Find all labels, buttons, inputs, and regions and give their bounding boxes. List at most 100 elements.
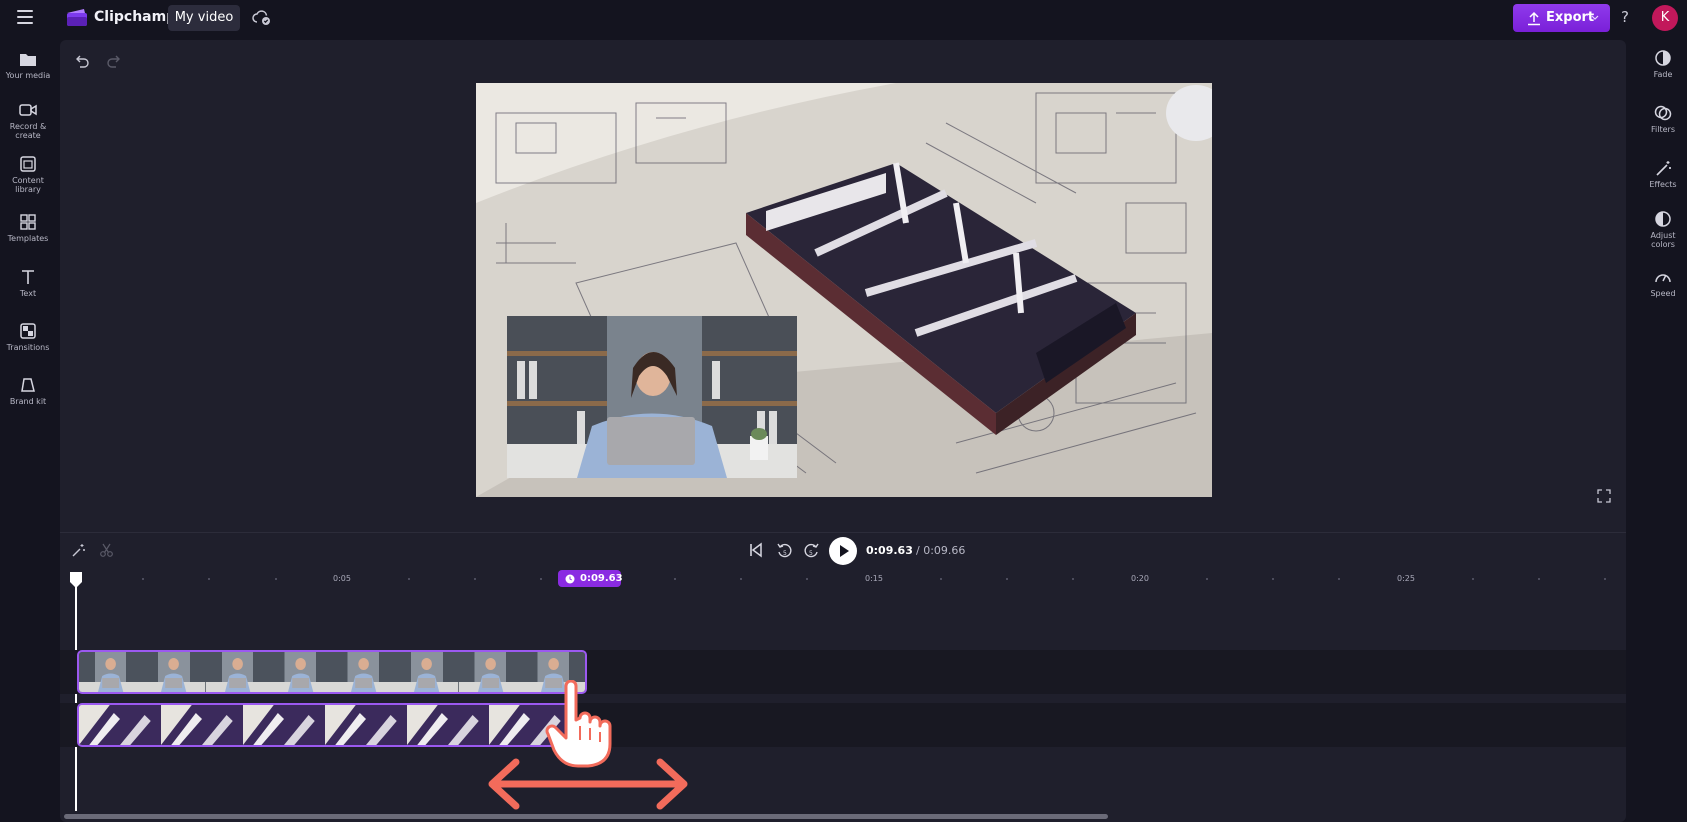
tick-mark xyxy=(275,578,277,580)
scissors-icon[interactable] xyxy=(99,543,114,558)
sidebar-item-content-library[interactable]: Content library xyxy=(0,155,56,194)
undo-icon[interactable] xyxy=(74,54,90,68)
presenter-clip[interactable] xyxy=(77,650,587,694)
clipchamp-logo-icon xyxy=(67,9,87,26)
sidebar-item-brand-kit[interactable]: Brand kit xyxy=(0,376,56,406)
sidebar-item-text[interactable]: Text xyxy=(0,268,56,298)
fullscreen-icon[interactable] xyxy=(1597,489,1611,503)
adjust-colors-icon xyxy=(1655,211,1671,227)
chevron-down-icon xyxy=(1591,15,1599,20)
transitions-icon xyxy=(20,323,36,339)
tick-mark xyxy=(940,578,942,580)
clip-thumbnail xyxy=(243,705,325,745)
tick-mark xyxy=(806,578,808,580)
playhead-line[interactable] xyxy=(75,586,77,811)
timeline-scrollbar[interactable] xyxy=(64,814,1108,819)
svg-text:5: 5 xyxy=(809,550,813,557)
clip-thumbnail xyxy=(458,652,522,692)
sidebar-item-record-create[interactable]: Record & create xyxy=(0,101,56,140)
tick-label: 0:25 xyxy=(1397,574,1415,583)
tick-mark xyxy=(1538,578,1540,580)
playhead-time-badge[interactable]: 0:09.63 xyxy=(558,570,623,587)
sidebar-item-templates[interactable]: Templates xyxy=(0,213,56,243)
menu-icon[interactable] xyxy=(17,10,33,24)
sidebar-label: Content library xyxy=(12,176,44,194)
text-icon xyxy=(22,270,34,284)
panel-item-adjust-colors[interactable]: Adjust colors xyxy=(1640,210,1686,249)
tick-mark xyxy=(142,578,144,580)
export-label: Export xyxy=(1546,10,1595,25)
clip-thumbnail xyxy=(407,705,489,745)
clip-thumbnail xyxy=(205,652,269,692)
clip-thumbnail xyxy=(395,652,459,692)
clip-thumbnail xyxy=(325,705,407,745)
tick-mark xyxy=(540,578,542,580)
svg-text:5: 5 xyxy=(783,550,787,557)
tick-mark xyxy=(1006,578,1008,580)
cloud-sync-icon[interactable] xyxy=(252,9,272,27)
sidebar-label: Brand kit xyxy=(9,397,47,406)
presenter-pip-video[interactable] xyxy=(507,316,797,478)
project-title-button[interactable]: My video xyxy=(168,5,240,31)
upload-icon xyxy=(1528,11,1540,26)
tick-mark xyxy=(408,578,410,580)
tick-mark xyxy=(1206,578,1208,580)
play-button[interactable] xyxy=(829,537,857,565)
tick-mark xyxy=(1604,578,1606,580)
camera-icon xyxy=(19,104,37,116)
folder-icon xyxy=(20,54,36,66)
tick-mark xyxy=(208,578,210,580)
templates-icon xyxy=(20,214,36,230)
effects-icon xyxy=(1656,161,1671,176)
skip-to-start-icon[interactable] xyxy=(747,541,765,559)
sidebar-item-your-media[interactable]: Your media xyxy=(0,50,56,80)
redo-icon[interactable] xyxy=(106,54,122,68)
panel-item-fade[interactable]: Fade xyxy=(1640,49,1686,79)
help-button[interactable]: ? xyxy=(1621,8,1629,26)
panel-item-speed[interactable]: Speed xyxy=(1640,268,1686,298)
filters-icon xyxy=(1654,105,1672,121)
tick-mark xyxy=(474,578,476,580)
top-bar: Clipchamp My video Export ? K xyxy=(0,0,1687,36)
clip-thumbnail xyxy=(79,652,143,692)
timeline-divider xyxy=(60,532,1626,533)
hand-cursor-icon xyxy=(545,680,612,768)
sidebar-label: Templates xyxy=(7,234,49,243)
avatar[interactable]: K xyxy=(1652,5,1678,31)
panel-item-effects[interactable]: Effects xyxy=(1640,159,1686,189)
presenter-image xyxy=(507,316,797,478)
playhead-time: 0:09.63 xyxy=(580,573,623,584)
play-icon xyxy=(840,545,849,557)
panel-item-filters[interactable]: Filters xyxy=(1640,104,1686,134)
tick-mark xyxy=(1472,578,1474,580)
panel-label: Fade xyxy=(1653,70,1673,79)
clip-thumbnail xyxy=(268,652,332,692)
tick-mark xyxy=(1272,578,1274,580)
clip-thumbnail xyxy=(161,705,243,745)
sidebar-item-transitions[interactable]: Transitions xyxy=(0,322,56,352)
app-brand: Clipchamp xyxy=(94,9,177,25)
rewind-5s-icon[interactable]: 5 xyxy=(775,541,793,559)
sidebar-label: Text xyxy=(19,289,37,298)
brand-kit-icon xyxy=(21,378,35,392)
panel-label: Speed xyxy=(1650,289,1676,298)
speed-icon xyxy=(1655,274,1671,283)
library-icon xyxy=(20,156,36,172)
forward-5s-icon[interactable]: 5 xyxy=(803,541,821,559)
tick-mark xyxy=(1338,578,1340,580)
blueprint-clip[interactable] xyxy=(77,703,573,747)
clip-thumbnail xyxy=(332,652,396,692)
tick-mark xyxy=(674,578,676,580)
tick-label: 0:15 xyxy=(865,574,883,583)
clip-thumbnail xyxy=(79,705,161,745)
tick-mark xyxy=(1072,578,1074,580)
fade-icon xyxy=(1655,50,1671,66)
magic-wand-icon[interactable] xyxy=(71,543,86,558)
sidebar-label: Your media xyxy=(5,71,51,80)
panel-label: Effects xyxy=(1649,180,1677,189)
export-button[interactable]: Export xyxy=(1513,4,1610,32)
current-time: 0:09.63 xyxy=(866,544,913,557)
clip-thumbnail xyxy=(142,652,206,692)
panel-label: Adjust colors xyxy=(1650,231,1676,249)
sidebar-label: Record & create xyxy=(9,122,47,140)
